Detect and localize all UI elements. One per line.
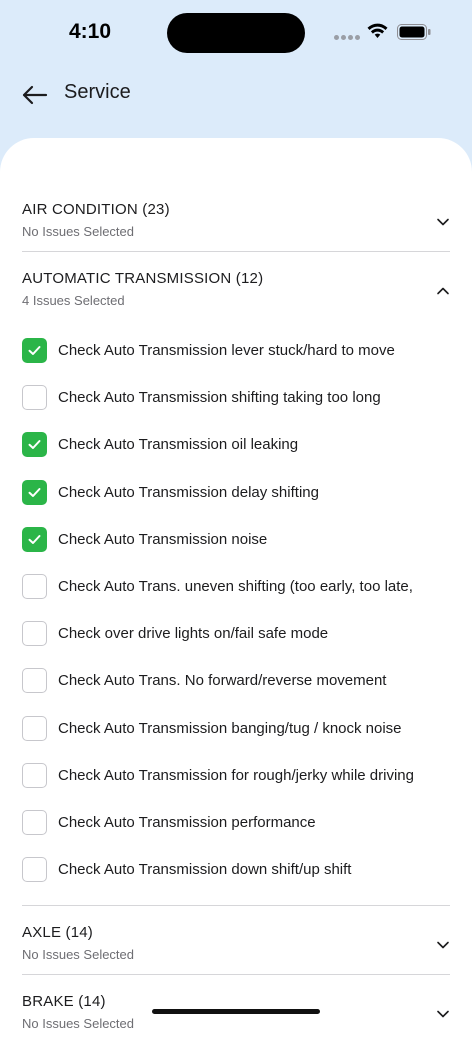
issue-item[interactable]: Check Auto Transmission lever stuck/hard…: [22, 336, 462, 383]
checkbox-unchecked[interactable]: [22, 573, 47, 599]
checkbox-checked[interactable]: [22, 479, 47, 505]
dynamic-island: [167, 13, 305, 53]
checkmark-icon: [28, 534, 41, 544]
home-indicator: [152, 1009, 320, 1014]
issue-item[interactable]: Check Auto Trans. No forward/reverse mov…: [22, 666, 462, 713]
section-axle[interactable]: AXLE (14) No Issues Selected: [22, 924, 450, 962]
checkmark-icon: [28, 440, 41, 450]
back-arrow-icon[interactable]: [20, 82, 50, 108]
issue-label: Check over drive lights on/fail safe mod…: [58, 625, 329, 643]
issue-item[interactable]: Check Auto Transmission shifting taking …: [22, 383, 462, 430]
checkbox-unchecked[interactable]: [22, 715, 47, 741]
section-title: AIR CONDITION (23): [22, 201, 170, 218]
issue-label: Check Auto Transmission performance: [58, 813, 316, 831]
issue-label: Check Auto Transmission noise: [58, 530, 268, 548]
section-subtitle: No Issues Selected: [22, 947, 135, 962]
issue-item[interactable]: Check Auto Transmission down shift/up sh…: [22, 855, 462, 902]
issue-label: Check Auto Transmission oil leaking: [58, 436, 299, 454]
chevron-down-icon[interactable]: [436, 938, 450, 952]
issue-label: Check Auto Transmission lever stuck/hard…: [58, 342, 395, 359]
section-title: AUTOMATIC TRANSMISSION (12): [22, 270, 264, 287]
divider: [22, 974, 450, 975]
checkmark-icon: [28, 487, 41, 497]
issue-label: Check Auto Transmission down shift/up sh…: [58, 861, 352, 879]
section-title: AXLE (14): [22, 924, 93, 941]
issue-item[interactable]: Check Auto Transmission oil leaking: [22, 430, 462, 477]
issue-label: Check Auto Transmission banging/tug / kn…: [58, 719, 402, 737]
app-header: Service: [0, 72, 472, 116]
issue-item[interactable]: Check Auto Transmission noise: [22, 525, 462, 572]
issue-item[interactable]: Check Auto Trans. uneven shifting (too e…: [22, 572, 462, 619]
divider: [22, 251, 450, 252]
issue-item[interactable]: Check Auto Transmission banging/tug / kn…: [22, 714, 462, 761]
issue-item[interactable]: Check Auto Transmission performance: [22, 808, 462, 855]
issue-label: Check Auto Transmission for rough/jerky …: [58, 766, 414, 784]
checkbox-unchecked[interactable]: [22, 621, 47, 647]
status-bar: 4:10: [0, 0, 472, 64]
issue-label: Check Auto Trans. uneven shifting (too e…: [58, 577, 413, 595]
checkbox-unchecked[interactable]: [22, 857, 47, 883]
checkbox-checked[interactable]: [22, 432, 47, 458]
section-title: BRAKE (14): [22, 993, 106, 1010]
chevron-down-icon[interactable]: [436, 215, 450, 229]
issue-item[interactable]: Check Auto Transmission for rough/jerky …: [22, 761, 462, 808]
section-automatic-transmission[interactable]: AUTOMATIC TRANSMISSION (12) 4 Issues Sel…: [22, 270, 450, 308]
checkbox-checked[interactable]: [22, 526, 47, 552]
checkmark-icon: [28, 346, 41, 355]
page-title: Service: [64, 81, 131, 103]
issue-checklist: Check Auto Transmission lever stuck/hard…: [22, 336, 462, 902]
checkbox-unchecked[interactable]: [22, 668, 47, 694]
chevron-down-icon[interactable]: [436, 1007, 450, 1021]
issue-label: Check Auto Transmission delay shifting: [58, 483, 319, 501]
checkbox-unchecked[interactable]: [22, 762, 47, 788]
section-subtitle: No Issues Selected: [22, 224, 135, 239]
chevron-up-icon[interactable]: [436, 284, 450, 298]
cellular-signal-icon: [334, 35, 360, 40]
checkbox-unchecked[interactable]: [22, 809, 47, 835]
divider: [22, 905, 450, 906]
wifi-icon: [367, 23, 388, 38]
issue-label: Check Auto Transmission shifting taking …: [58, 389, 381, 407]
checkbox-checked[interactable]: [22, 338, 47, 363]
issue-label: Check Auto Trans. No forward/reverse mov…: [58, 672, 387, 690]
issue-item[interactable]: Check over drive lights on/fail safe mod…: [22, 619, 462, 666]
status-time: 4:10: [69, 20, 112, 43]
section-air-condition[interactable]: AIR CONDITION (23) No Issues Selected: [22, 201, 450, 239]
section-subtitle: 4 Issues Selected: [22, 293, 125, 308]
issue-item[interactable]: Check Auto Transmission delay shifting: [22, 478, 462, 525]
checkbox-unchecked[interactable]: [22, 385, 47, 411]
battery-icon: [397, 24, 431, 40]
